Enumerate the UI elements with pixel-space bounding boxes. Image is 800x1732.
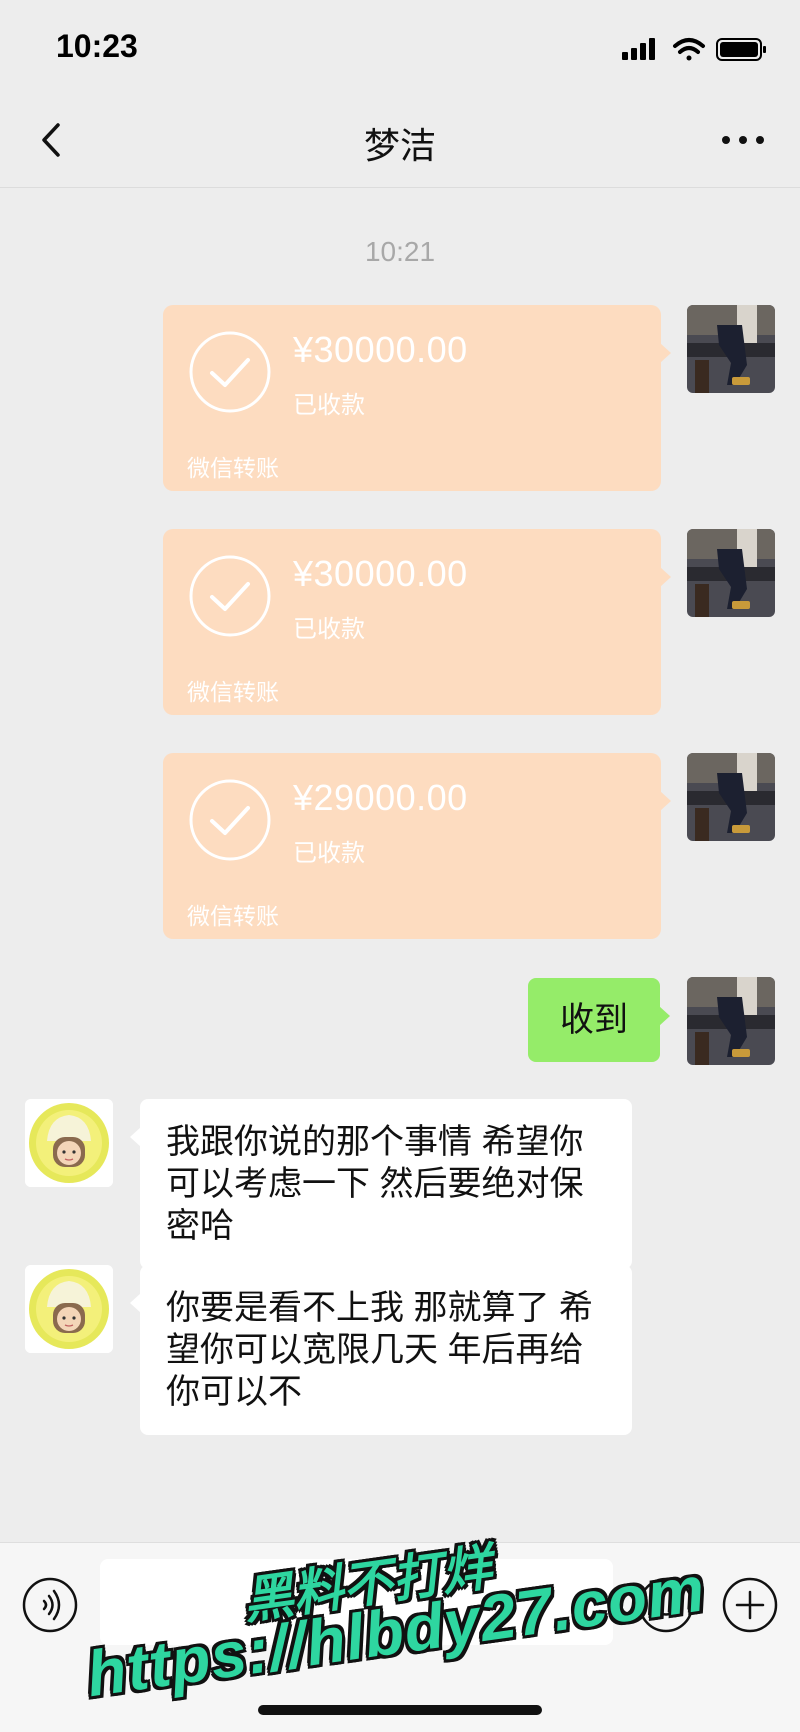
avatar-photo-icon [687,977,775,1065]
more-options-icon[interactable] [716,117,770,163]
message-input[interactable] [100,1559,613,1645]
my-avatar[interactable] [687,753,775,841]
sent-message-bubble[interactable]: 收到 [528,978,670,1062]
transfer-card[interactable]: ¥30000.00 已收款 微信转账 [163,529,671,715]
message-timestamp: 10:21 [364,236,436,267]
my-avatar[interactable] [687,529,775,617]
transfer-label: 微信转账 [187,679,279,705]
check-circle-icon [189,331,271,413]
transfer-card[interactable]: ¥30000.00 已收款 微信转账 [163,305,671,491]
home-indicator [258,1705,542,1715]
cartoon-girl-avatar-icon [25,1099,113,1187]
plus-icon[interactable] [722,1577,778,1633]
wifi-icon [673,38,705,61]
contact-avatar[interactable] [25,1099,113,1187]
cartoon-girl-avatar-icon [25,1265,113,1353]
voice-input-icon[interactable] [22,1577,78,1633]
transfer-amount: ¥29000.00 [293,777,468,818]
status-time: 10:23 [56,28,138,64]
transfer-status: 已收款 [293,392,365,419]
cellular-signal-icon [622,38,655,60]
emoji-icon[interactable] [638,1577,694,1633]
transfer-label: 微信转账 [187,903,279,929]
my-avatar[interactable] [687,305,775,393]
transfer-label: 微信转账 [187,455,279,481]
avatar-photo-icon [687,529,775,617]
avatar-photo-icon [687,305,775,393]
received-message-bubble[interactable]: 我跟你说的那个事情 希望你可以考虑一下 然后要绝对保密哈 [130,1099,632,1269]
transfer-amount: ¥30000.00 [293,553,468,594]
chat-header: 梦洁 [0,95,800,188]
check-circle-icon [189,779,271,861]
status-bar: 10:23 [0,0,800,95]
input-bar [0,1542,800,1732]
status-icons [622,38,766,61]
contact-avatar[interactable] [25,1265,113,1353]
chat-title: 梦洁 [363,125,436,166]
received-message-bubble[interactable]: 你要是看不上我 那就算了 希望你可以宽限几天 年后再给你可以不 [130,1265,632,1435]
my-avatar[interactable] [687,977,775,1065]
check-circle-icon [189,555,271,637]
transfer-card[interactable]: ¥29000.00 已收款 微信转账 [163,753,671,939]
transfer-status: 已收款 [293,840,365,867]
avatar-photo-icon [687,753,775,841]
transfer-status: 已收款 [293,616,365,643]
transfer-amount: ¥30000.00 [293,329,468,370]
battery-icon [716,38,766,61]
